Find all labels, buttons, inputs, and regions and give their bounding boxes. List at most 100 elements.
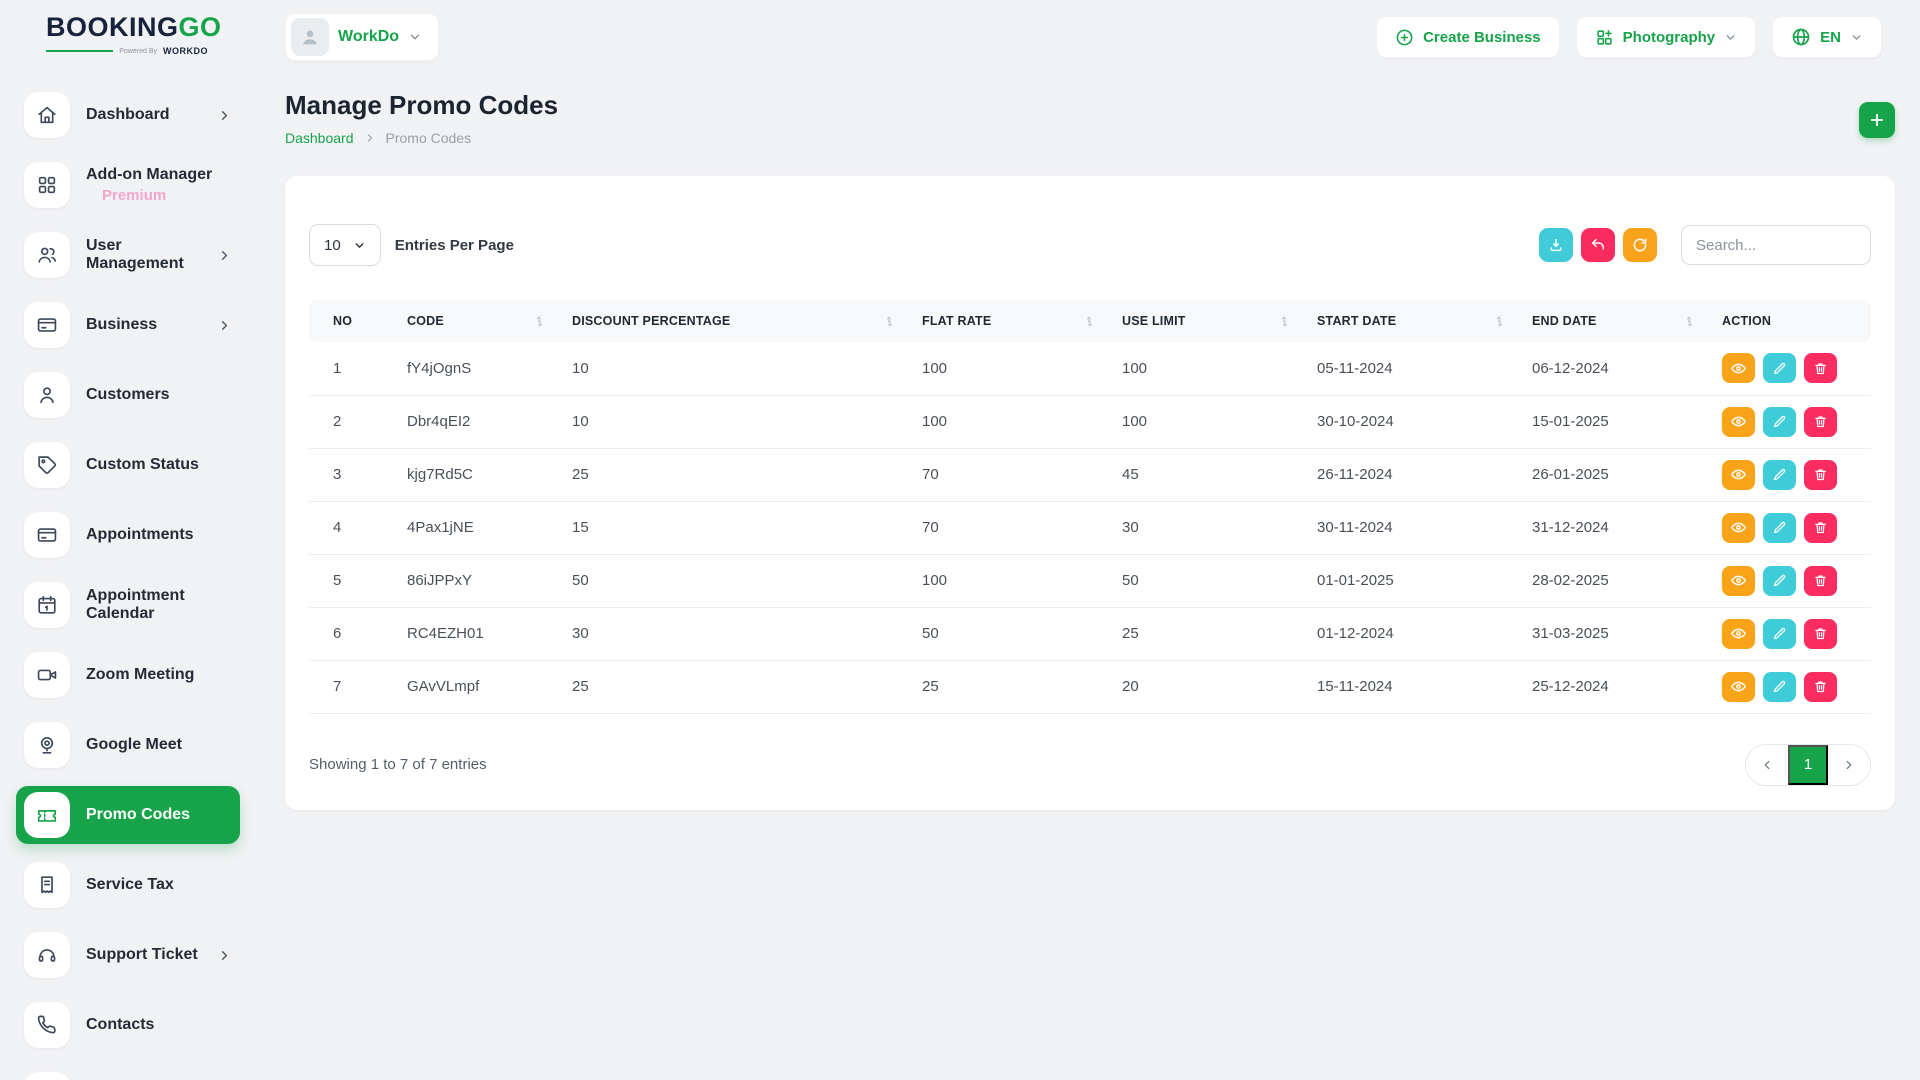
edit-button[interactable] bbox=[1763, 513, 1796, 543]
sidebar-item-customers[interactable]: Customers bbox=[16, 366, 240, 424]
view-button[interactable] bbox=[1722, 407, 1755, 437]
workspace-dropdown[interactable]: WorkDo bbox=[285, 13, 439, 61]
language-dropdown[interactable]: EN bbox=[1772, 16, 1882, 58]
cell-no: 2 bbox=[309, 395, 399, 448]
edit-button[interactable] bbox=[1763, 672, 1796, 702]
cell-start-date: 30-11-2024 bbox=[1309, 501, 1524, 554]
cell-start-date: 15-11-2024 bbox=[1309, 660, 1524, 713]
view-button[interactable] bbox=[1722, 566, 1755, 596]
delete-button[interactable] bbox=[1804, 353, 1837, 383]
reset-button[interactable] bbox=[1581, 228, 1615, 262]
column-header-action: ACTION bbox=[1714, 300, 1871, 342]
column-header-end-date[interactable]: END DATE bbox=[1524, 300, 1714, 342]
cell-actions bbox=[1714, 607, 1871, 660]
delete-button[interactable] bbox=[1804, 566, 1837, 596]
business-type-label: Photography bbox=[1623, 29, 1716, 46]
sidebar-item-service-tax[interactable]: Service Tax bbox=[16, 856, 240, 914]
app-root: BOOKINGGO Powered By WORKDO WorkDo Creat… bbox=[0, 0, 1920, 1080]
edit-button[interactable] bbox=[1763, 460, 1796, 490]
view-button[interactable] bbox=[1722, 619, 1755, 649]
pagination-next-button[interactable] bbox=[1828, 745, 1870, 785]
sidebar-item-dashboard[interactable]: Dashboard bbox=[16, 86, 240, 144]
view-button[interactable] bbox=[1722, 672, 1755, 702]
entries-per-page-label: Entries Per Page bbox=[395, 237, 514, 254]
cell-no: 7 bbox=[309, 660, 399, 713]
mail-icon bbox=[24, 1072, 70, 1080]
table-body: 1fY4jOgnS1010010005-11-202406-12-20242Db… bbox=[309, 342, 1871, 713]
delete-button[interactable] bbox=[1804, 513, 1837, 543]
cell-flat-rate: 25 bbox=[914, 660, 1114, 713]
cell-start-date: 01-01-2025 bbox=[1309, 554, 1524, 607]
sidebar-item-appointment-calendar[interactable]: Appointment Calendar bbox=[16, 576, 240, 634]
sidebar-item-support-ticket[interactable]: Support Ticket bbox=[16, 926, 240, 984]
edit-button[interactable] bbox=[1763, 566, 1796, 596]
cell-actions bbox=[1714, 660, 1871, 713]
business-type-dropdown[interactable]: Photography bbox=[1576, 16, 1757, 58]
column-header-code[interactable]: CODE bbox=[399, 300, 564, 342]
cell-flat-rate: 100 bbox=[914, 395, 1114, 448]
cell-flat-rate: 50 bbox=[914, 607, 1114, 660]
breadcrumb-dashboard-link[interactable]: Dashboard bbox=[285, 130, 354, 146]
trash-icon bbox=[1813, 520, 1828, 535]
sidebar-item-add-on-manager[interactable]: Add-on ManagerPremium bbox=[16, 156, 240, 214]
brand-tagline: Powered By WORKDO bbox=[46, 46, 208, 56]
pencil-icon bbox=[1772, 626, 1787, 641]
column-header-start-date[interactable]: START DATE bbox=[1309, 300, 1524, 342]
trash-icon bbox=[1813, 467, 1828, 482]
column-header-use-limit[interactable]: USE LIMIT bbox=[1114, 300, 1309, 342]
edit-button[interactable] bbox=[1763, 353, 1796, 383]
eye-icon bbox=[1730, 466, 1747, 483]
column-header-discount-percentage[interactable]: DISCOUNT PERCENTAGE bbox=[564, 300, 914, 342]
column-header-flat-rate[interactable]: FLAT RATE bbox=[914, 300, 1114, 342]
sidebar-item-promo-codes[interactable]: Promo Codes bbox=[16, 786, 240, 844]
pagination-prev-button[interactable] bbox=[1746, 745, 1788, 785]
refresh-button[interactable] bbox=[1623, 228, 1657, 262]
sidebar-item-user-management[interactable]: User Management bbox=[16, 226, 240, 284]
sidebar-item-google-meet[interactable]: Google Meet bbox=[16, 716, 240, 774]
delete-button[interactable] bbox=[1804, 619, 1837, 649]
cell-use-limit: 100 bbox=[1114, 342, 1309, 395]
entries-per-page-select[interactable]: 10 bbox=[309, 224, 381, 266]
cell-code: fY4jOgnS bbox=[399, 342, 564, 395]
home-icon bbox=[24, 92, 70, 138]
trash-icon bbox=[1813, 626, 1828, 641]
pagination-page-1[interactable]: 1 bbox=[1788, 745, 1828, 785]
sidebar-item-contacts[interactable]: Contacts bbox=[16, 996, 240, 1054]
view-button[interactable] bbox=[1722, 460, 1755, 490]
powered-by-label: Powered By bbox=[119, 48, 157, 55]
workspace-name: WorkDo bbox=[338, 28, 399, 46]
delete-button[interactable] bbox=[1804, 672, 1837, 702]
search-input[interactable] bbox=[1681, 225, 1871, 265]
sidebar-item-label: Google Meet bbox=[86, 736, 182, 753]
main-content: Manage Promo Codes Dashboard Promo Codes… bbox=[256, 64, 1920, 1080]
delete-button[interactable] bbox=[1804, 460, 1837, 490]
trash-icon bbox=[1813, 361, 1828, 376]
sidebar-item-label: Appointment Calendar bbox=[86, 587, 185, 622]
edit-button[interactable] bbox=[1763, 619, 1796, 649]
page-header: Manage Promo Codes Dashboard Promo Codes bbox=[285, 90, 1895, 146]
cell-no: 6 bbox=[309, 607, 399, 660]
table-row: 3kjg7Rd5C25704526-11-202426-01-2025 bbox=[309, 448, 1871, 501]
column-label: START DATE bbox=[1317, 314, 1396, 328]
sidebar-item-custom-status[interactable]: Custom Status bbox=[16, 436, 240, 494]
grid-icon bbox=[24, 162, 70, 208]
eye-icon bbox=[1730, 625, 1747, 642]
sidebar-item-zoom-meeting[interactable]: Zoom Meeting bbox=[16, 646, 240, 704]
edit-button[interactable] bbox=[1763, 407, 1796, 437]
delete-button[interactable] bbox=[1804, 407, 1837, 437]
plus-circle-icon bbox=[1395, 28, 1414, 47]
view-button[interactable] bbox=[1722, 513, 1755, 543]
create-business-button[interactable]: Create Business bbox=[1376, 16, 1560, 58]
add-promo-code-button[interactable] bbox=[1859, 102, 1895, 138]
top-bar: WorkDo Create Business Photography bbox=[256, 0, 1920, 64]
sidebar-item-business[interactable]: Business bbox=[16, 296, 240, 354]
table-row: 2Dbr4qEI21010010030-10-202415-01-2025 bbox=[309, 395, 1871, 448]
sidebar-item-subscribers[interactable]: Subscribers bbox=[16, 1066, 240, 1080]
view-button[interactable] bbox=[1722, 353, 1755, 383]
chevron-down-icon bbox=[408, 30, 422, 44]
export-button[interactable] bbox=[1539, 228, 1573, 262]
sidebar-item-label: Support Ticket bbox=[86, 946, 198, 963]
column-label: NO bbox=[333, 314, 352, 328]
sidebar-item-appointments[interactable]: Appointments bbox=[16, 506, 240, 564]
cell-actions bbox=[1714, 395, 1871, 448]
